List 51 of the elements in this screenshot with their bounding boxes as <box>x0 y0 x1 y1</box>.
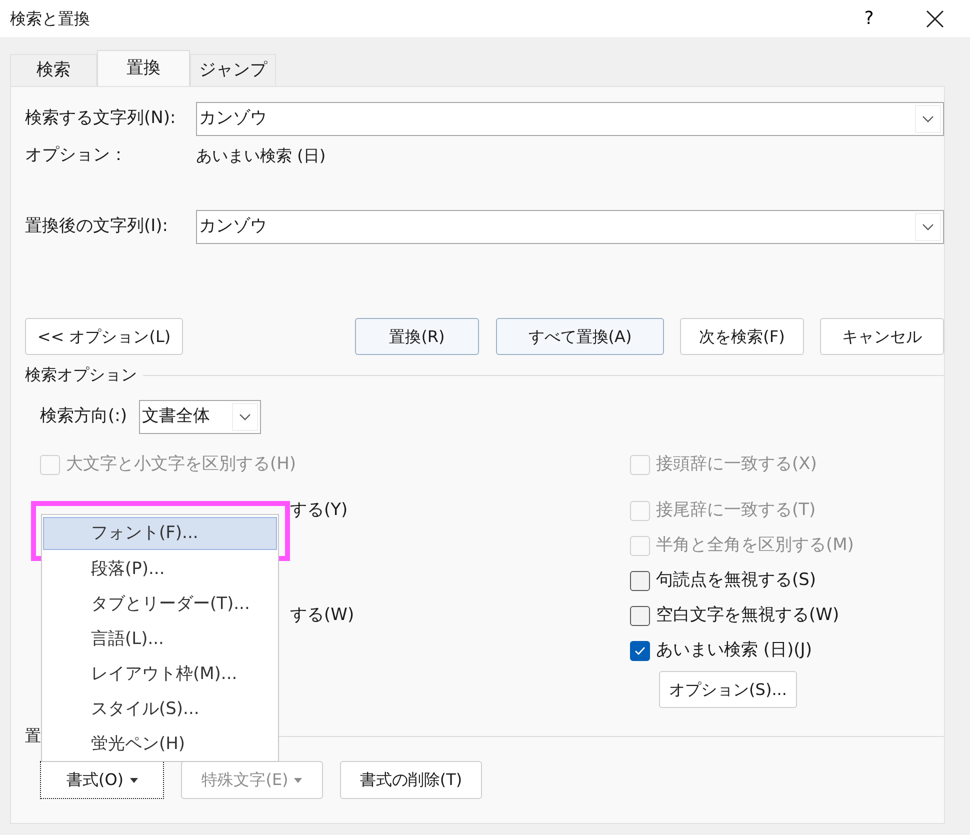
chevron-down-icon <box>922 115 934 123</box>
help-button[interactable]: ? <box>854 5 884 32</box>
checkbox-label: 大文字と小文字を区別する(H) <box>66 452 296 476</box>
checkbox[interactable] <box>630 606 650 626</box>
checkbox[interactable] <box>630 570 650 590</box>
tab[interactable]: ジャンプ <box>190 54 276 87</box>
direction-select[interactable]: 文書全体 <box>139 400 261 434</box>
options-value: あいまい検索 (日) <box>196 145 326 167</box>
options-label: オプション： <box>25 144 128 168</box>
menu-item[interactable]: 言語(L)... <box>43 622 277 657</box>
caret-icon <box>294 778 302 782</box>
button[interactable]: << オプション(L) <box>25 318 183 355</box>
close-icon <box>926 10 944 28</box>
button[interactable]: 書式(O) <box>40 761 164 799</box>
button[interactable]: 置換(R) <box>355 318 479 355</box>
check-icon <box>634 646 646 656</box>
menu-item[interactable]: 蛍光ペン(H) <box>43 727 277 762</box>
checkbox-label: 接尾辞に一致する(T) <box>656 498 816 522</box>
chevron-down-icon <box>239 413 251 421</box>
checkbox-label: 句読点を無視する(S) <box>656 568 816 592</box>
checkbox-label: する(W) <box>290 604 354 627</box>
field-label: 置換後の文字列(I): <box>25 215 170 238</box>
checkbox[interactable] <box>630 640 650 660</box>
caret-icon <box>130 778 138 782</box>
text-field[interactable]: カンゾウ <box>196 210 944 244</box>
menu-item[interactable]: スタイル(S)... <box>43 692 277 727</box>
tab[interactable]: 検索 <box>10 54 97 87</box>
chevron-down-icon <box>922 223 934 231</box>
menu-item[interactable]: フォント(F)... <box>43 517 277 550</box>
checkbox-label: する(Y) <box>290 498 348 522</box>
dropdown-button[interactable] <box>915 105 941 133</box>
direction-label: 検索方向(:) <box>40 405 127 428</box>
tab[interactable]: 置換 <box>97 50 190 87</box>
button[interactable]: 次を検索(F) <box>680 318 804 355</box>
field-label: 検索する文字列(N): <box>25 107 177 130</box>
menu-item[interactable]: タブとリーダー(T)... <box>43 587 277 622</box>
section-title: 置 <box>25 725 41 747</box>
menu-item[interactable]: レイアウト枠(M)... <box>43 657 277 692</box>
menu-item[interactable]: 段落(P)... <box>43 552 277 587</box>
button[interactable]: キャンセル <box>820 318 944 355</box>
dropdown-button[interactable] <box>915 213 941 241</box>
checkbox-label: 空白文字を無視する(W) <box>656 604 840 627</box>
checkbox-label: 半角と全角を区別する(M) <box>656 534 854 557</box>
checkbox-label: 接頭辞に一致する(X) <box>656 452 817 476</box>
options-button[interactable]: オプション(S)... <box>659 671 797 708</box>
button[interactable]: すべて置換(A) <box>496 318 664 355</box>
section-title: 検索オプション <box>25 364 137 386</box>
text-field[interactable]: カンゾウ <box>196 102 944 136</box>
window-title: 検索と置換 <box>10 8 90 30</box>
button[interactable]: 書式の削除(T) <box>340 761 482 799</box>
checkbox-label: あいまい検索 (日)(J) <box>656 638 812 662</box>
